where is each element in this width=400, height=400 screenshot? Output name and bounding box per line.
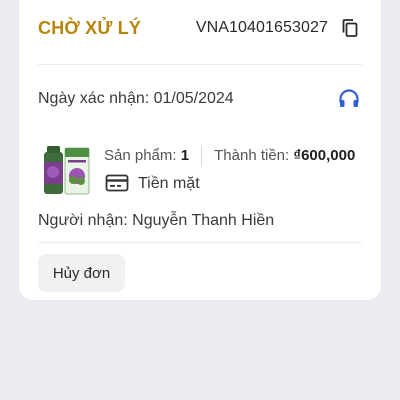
order-card: CHỜ XỬ LÝ VNA10401653027 Ngày xác nhận: … [19,0,381,300]
order-status: CHỜ XỬ LÝ [38,18,142,38]
recipient: Người nhận: Nguyễn Thanh Hiền [38,212,275,229]
meta-separator [201,145,203,167]
product-count-label: Sản phẩm: [104,146,177,164]
total-label: Thành tiền: [214,146,290,164]
cancel-order-button[interactable]: Hủy đơn [38,254,125,292]
payment-method: Tiền mặt [138,175,200,192]
product-image[interactable] [41,142,91,196]
order-id: VNA10401653027 [195,19,328,36]
headset-icon[interactable] [337,87,361,111]
copy-icon[interactable] [340,18,360,38]
credit-card-icon [105,174,129,192]
total-amount: ₫600,000 [293,146,356,164]
order-meta: Sản phẩm: 1 Thành tiền: ₫600,000 [104,145,355,167]
divider [38,64,362,65]
divider [38,242,362,243]
product-count: 1 [180,146,190,164]
confirm-date: Ngày xác nhận: 01/05/2024 [38,90,234,107]
